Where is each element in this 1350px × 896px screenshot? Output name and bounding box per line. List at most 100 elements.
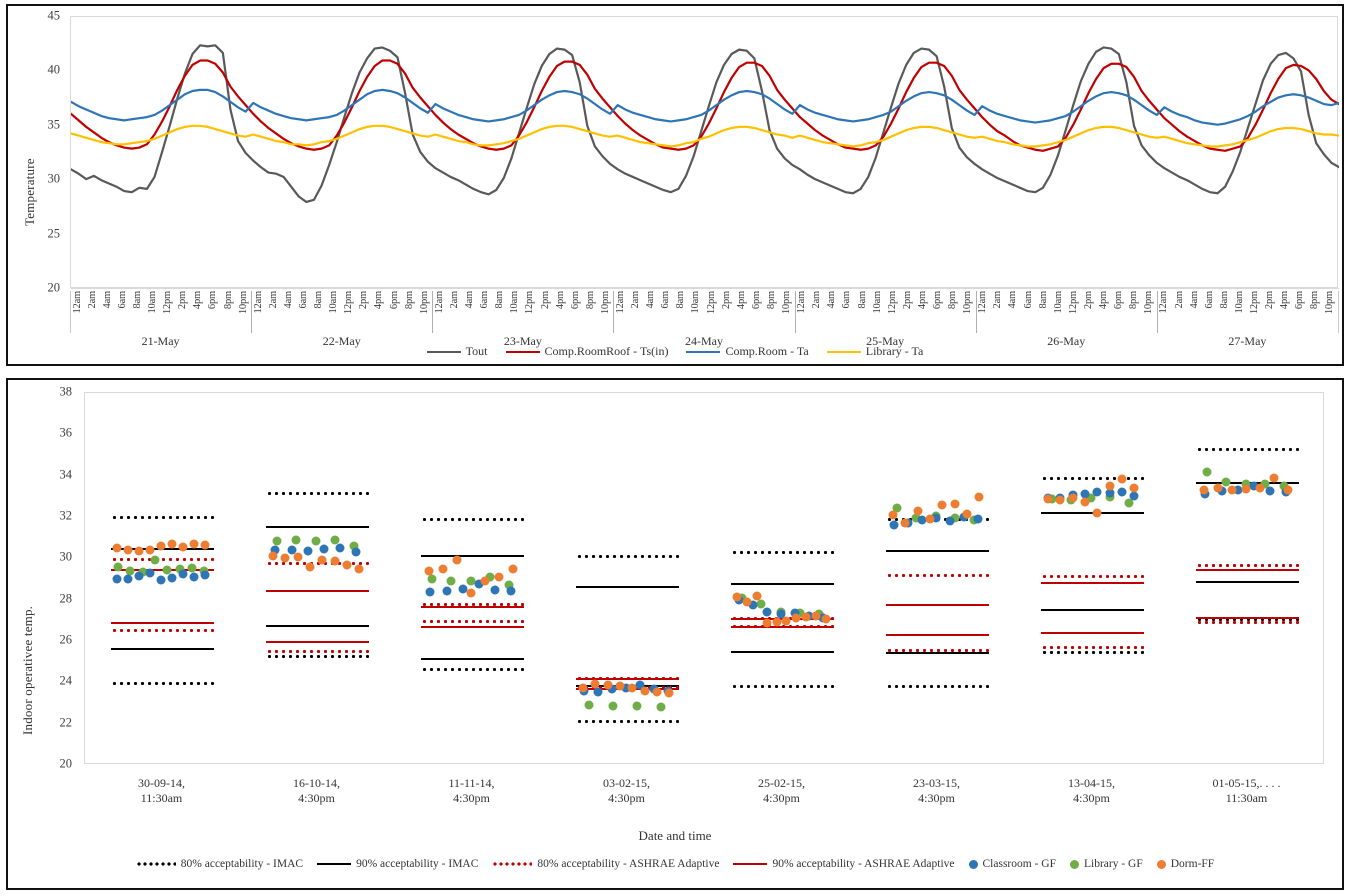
top-chart-hour-tick-label: 12pm	[162, 291, 174, 315]
bottom-chart-point-classroom-gf	[1117, 487, 1127, 497]
bottom-chart-point-classroom-gf	[506, 586, 516, 596]
top-chart-hour-tick-label: 12pm	[1067, 291, 1079, 315]
top-chart-hour-tick-label: 4pm	[373, 291, 385, 310]
bottom-chart-point-dorm-ff	[1269, 473, 1279, 483]
top-chart-hour-tick-label: 12am	[796, 291, 808, 314]
bottom-chart-imac-80-upper	[1041, 477, 1144, 481]
top-chart-hour-tick-label: 6am	[1203, 291, 1215, 309]
bottom-chart-ashrae-90-upper	[886, 603, 989, 606]
top-chart-hour-tick-label: 10pm	[599, 291, 611, 315]
top-chart-hour-tick-label: 12am	[433, 291, 445, 314]
top-chart-hour-tick-label: 12pm	[705, 291, 717, 315]
bottom-chart-ashrae-90-lower	[1196, 616, 1299, 619]
bottom-chart-legend-item: Dorm-FF	[1156, 858, 1214, 870]
bottom-chart-x-category-time: 4:30pm	[1073, 791, 1110, 805]
top-chart-hour-tick-label: 8am	[313, 291, 325, 309]
top-chart-legend-label: Library - Ta	[865, 344, 924, 358]
bottom-chart-ashrae-90-upper	[1041, 581, 1144, 584]
top-chart-hour-tick-label: 6am	[479, 291, 491, 309]
bottom-chart-point-library-gf	[656, 702, 666, 712]
bottom-chart-point-dorm-ff	[1255, 483, 1265, 493]
top-chart-legend-label: Comp.Room - Ta	[725, 344, 809, 358]
bottom-chart-ashrae-80-upper	[111, 557, 214, 561]
legend-marker-solid	[733, 863, 768, 865]
top-chart-hour-tick-label: 8am	[494, 291, 506, 309]
bottom-chart-point-library-gf	[446, 576, 456, 586]
bottom-chart-y-tick-label: 24	[59, 673, 73, 688]
bottom-chart-point-dorm-ff	[330, 556, 340, 566]
bottom-chart-legend-label: Classroom - GF	[982, 858, 1056, 870]
top-chart-hour-tick-label: 6pm	[1294, 291, 1306, 310]
bottom-chart-point-dorm-ff	[772, 617, 782, 627]
top-chart-y-tick-label: 35	[47, 117, 61, 132]
top-chart-hour-tick-label: 12am	[252, 291, 264, 314]
bottom-chart-y-tick-label: 26	[59, 632, 73, 647]
legend-marker-solid	[426, 350, 461, 353]
top-chart-y-tick-label: 25	[47, 226, 61, 241]
bottom-chart-point-classroom-gf	[945, 516, 955, 526]
bottom-chart-point-dorm-ff	[752, 591, 762, 601]
bottom-chart-imac-80-lower	[576, 720, 679, 724]
bottom-chart-ashrae-80-lower	[421, 619, 524, 623]
bottom-chart-imac-90-lower	[421, 658, 524, 661]
bottom-chart-point-classroom-gf	[319, 544, 329, 554]
top-chart-hour-tick-label: 8pm	[584, 291, 596, 310]
bottom-chart-x-category-label: 01-05-15,. . . . 11:30am	[1169, 776, 1324, 806]
top-chart-hour-tick-label: 8pm	[222, 291, 234, 310]
top-chart-legend: Tout Comp.RoomRoof - Ts(in) Comp.Room - Ta…	[8, 344, 1342, 359]
bottom-chart-y-tick-label: 34	[59, 467, 73, 482]
top-chart-hour-tick-label: 10pm	[962, 291, 974, 315]
bottom-chart-point-dorm-ff	[1055, 495, 1065, 505]
bottom-chart-ashrae-80-lower	[266, 649, 369, 653]
bottom-chart-legend: 80% acceptability - IMAC 90% acceptabilit…	[8, 858, 1342, 870]
figure-page: Temperature 20 25 30 35 40 45 12am 2am 4am 6am 8a…	[0, 0, 1350, 896]
legend-marker-dotted	[135, 862, 176, 866]
bottom-chart-point-library-gf	[427, 574, 437, 584]
bottom-chart-x-category-time: 4:30pm	[608, 791, 645, 805]
bottom-chart-imac-90-lower	[1196, 580, 1299, 583]
top-chart-hour-tick-label: 8pm	[1309, 291, 1321, 310]
legend-marker-solid	[686, 350, 721, 353]
bottom-chart-imac-90-upper	[266, 526, 369, 529]
bottom-chart-ashrae-80-upper	[1196, 564, 1299, 568]
bottom-chart-point-classroom-gf	[178, 569, 188, 579]
bottom-chart-imac-90-lower	[266, 625, 369, 628]
bottom-chart-y-tick-label: 36	[59, 425, 73, 440]
bottom-chart-ashrae-90-upper	[1196, 569, 1299, 572]
bottom-chart-x-category-date: 03-02-15,	[603, 776, 650, 790]
top-chart-hour-tick-label: 10pm	[237, 291, 249, 315]
bottom-chart-imac-80-lower	[266, 655, 369, 658]
bottom-chart-legend-label: 90% acceptability - ASHRAE Adaptive	[772, 858, 955, 870]
bottom-chart-point-dorm-ff	[732, 592, 742, 602]
legend-marker-dot	[968, 859, 978, 869]
bottom-chart-point-classroom-gf	[156, 575, 166, 585]
bottom-chart-point-dorm-ff	[200, 540, 210, 550]
bottom-chart-point-dorm-ff	[178, 542, 188, 552]
bottom-chart-point-dorm-ff	[742, 597, 752, 607]
top-chart-day-separator	[794, 291, 796, 333]
bottom-chart-point-dorm-ff	[268, 551, 278, 561]
bottom-chart-ashrae-80-upper	[886, 574, 989, 578]
bottom-chart-imac-80-lower	[731, 684, 834, 688]
top-chart-hour-tick-label: 12pm	[524, 291, 536, 315]
bottom-chart-point-dorm-ff	[1043, 494, 1053, 504]
bottom-chart-point-dorm-ff	[811, 611, 821, 621]
top-chart-hour-tick-label: 10am	[509, 291, 521, 314]
top-chart-hour-tick-label: 2am	[992, 291, 1004, 309]
top-chart-axis-edge	[70, 291, 71, 333]
bottom-chart-ashrae-90-upper	[576, 677, 679, 680]
bottom-chart-point-classroom-gf	[1129, 491, 1139, 501]
bottom-chart-point-dorm-ff	[167, 539, 177, 549]
bottom-chart-point-library-gf	[584, 700, 594, 710]
bottom-chart-ashrae-80-upper	[1041, 575, 1144, 579]
top-chart-panel: Temperature 20 25 30 35 40 45 12am 2am 4am 6am 8a…	[6, 4, 1344, 366]
bottom-chart-point-dorm-ff	[452, 555, 462, 565]
top-chart-hour-tick-label: 4am	[1007, 291, 1019, 309]
bottom-chart-point-dorm-ff	[293, 552, 303, 562]
bottom-chart-ashrae-90-lower	[731, 626, 834, 629]
bottom-chart-point-dorm-ff	[1068, 493, 1078, 503]
bottom-chart-point-dorm-ff	[145, 545, 155, 555]
bottom-chart-point-dorm-ff	[821, 614, 831, 624]
top-chart-hour-tick-label: 4am	[1188, 291, 1200, 309]
top-chart-hour-tick-label: 8am	[131, 291, 143, 309]
